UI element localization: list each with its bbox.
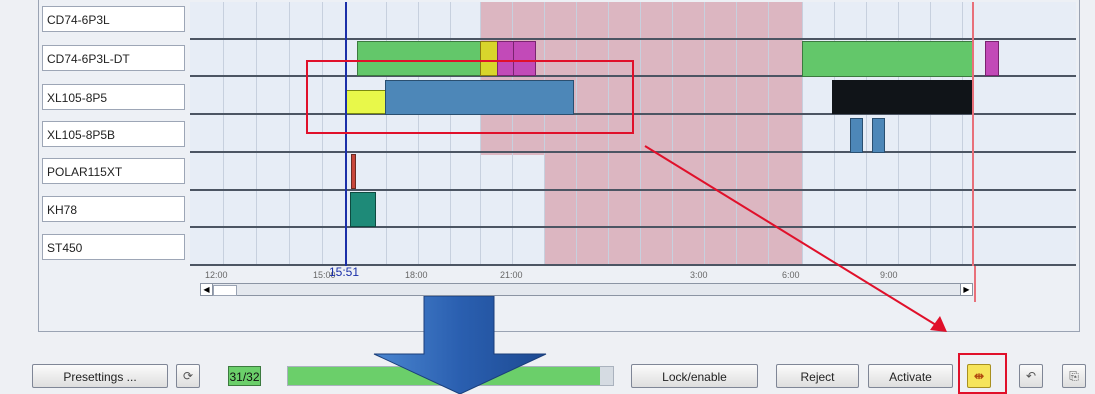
zoom-fit-icon[interactable]: ⇹ xyxy=(967,364,991,388)
down-arrow-icon xyxy=(373,296,547,394)
export-icon[interactable]: ⎘ xyxy=(1062,364,1086,388)
job-counter: 31/32 xyxy=(228,366,261,386)
activate-button[interactable]: Activate xyxy=(868,364,953,388)
undo-icon[interactable]: ↶ xyxy=(1019,364,1043,388)
reject-button[interactable]: Reject xyxy=(776,364,859,388)
lock-enable-button[interactable]: Lock/enable xyxy=(631,364,758,388)
refresh-icon[interactable]: ⟳ xyxy=(176,364,200,388)
presettings-button[interactable]: Presettings ... xyxy=(32,364,168,388)
